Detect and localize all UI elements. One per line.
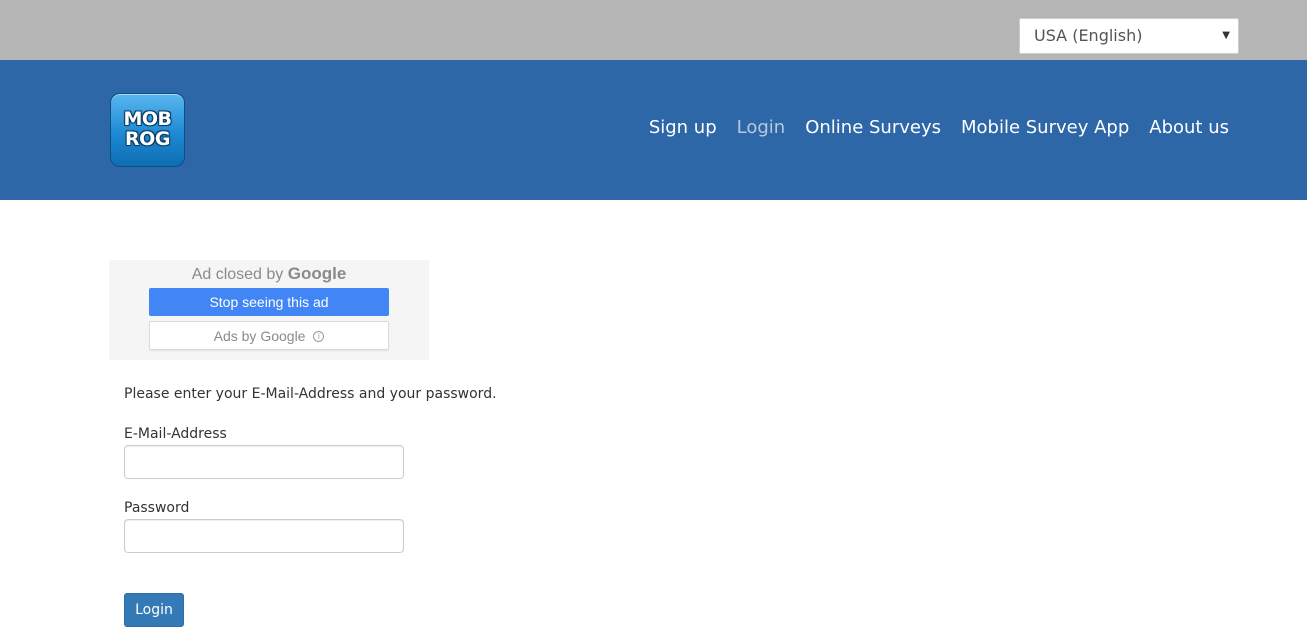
ads-by-google-label: Ads by Google bbox=[213, 327, 306, 344]
google-brand-text: Google bbox=[287, 264, 347, 283]
password-label: Password bbox=[124, 500, 190, 516]
nav-about-us[interactable]: About us bbox=[1149, 117, 1229, 138]
top-bar: USA (English) ▼ bbox=[0, 0, 1307, 60]
nav-online-surveys[interactable]: Online Surveys bbox=[805, 117, 941, 138]
logo-text-line-2: ROG bbox=[125, 128, 170, 150]
google-ad-closed-panel: Ad closed by Google Stop seeing this ad … bbox=[109, 260, 429, 360]
mobrog-logo[interactable]: MOB ROG bbox=[110, 93, 185, 167]
logo-text-line-1: MOB bbox=[123, 108, 172, 130]
ads-by-google-button[interactable]: Ads by Google i bbox=[149, 321, 389, 350]
nav-login[interactable]: Login bbox=[737, 117, 786, 138]
login-instructions: Please enter your E-Mail-Address and you… bbox=[124, 386, 497, 402]
main-nav: Sign up Login Online Surveys Mobile Surv… bbox=[649, 117, 1229, 138]
nav-sign-up[interactable]: Sign up bbox=[649, 117, 717, 138]
site-header: MOB ROG Sign up Login Online Surveys Mob… bbox=[0, 60, 1307, 200]
stop-seeing-ad-button[interactable]: Stop seeing this ad bbox=[149, 288, 389, 316]
language-select-value: USA (English) bbox=[1034, 26, 1143, 45]
ad-closed-text: Ad closed by Google bbox=[109, 264, 429, 284]
language-select[interactable]: USA (English) ▼ bbox=[1019, 18, 1239, 54]
login-submit-button[interactable]: Login bbox=[124, 593, 184, 627]
nav-mobile-survey-app[interactable]: Mobile Survey App bbox=[961, 117, 1129, 138]
email-input[interactable] bbox=[124, 445, 404, 479]
caret-down-icon: ▼ bbox=[1222, 30, 1230, 41]
info-icon: i bbox=[313, 331, 325, 343]
email-label: E-Mail-Address bbox=[124, 426, 227, 442]
ad-closed-label: Ad closed by bbox=[191, 266, 284, 283]
password-input[interactable] bbox=[124, 519, 404, 553]
